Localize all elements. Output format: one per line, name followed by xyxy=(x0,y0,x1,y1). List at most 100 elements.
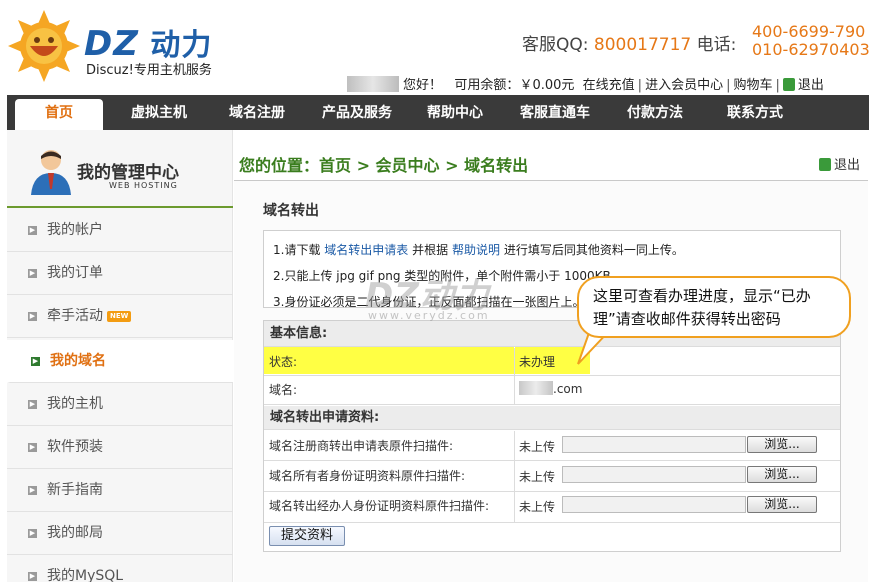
arrow-right-icon: ▶ xyxy=(28,312,37,321)
separator: | xyxy=(726,78,731,93)
cart-link[interactable]: 购物车 xyxy=(733,78,772,93)
slogan: Discuz!专用主机服务 xyxy=(86,63,212,78)
sidebar-item-account[interactable]: ▶ 我的帐户 xyxy=(7,209,233,252)
sidebar-subtitle: WEB HOSTING xyxy=(109,181,178,190)
submit-button[interactable]: 提交资料 xyxy=(269,526,345,546)
arrow-right-icon: ▶ xyxy=(28,529,37,538)
sidebar: 我的管理中心 WEB HOSTING ▶ 我的帐户 ▶ 我的订单 ▶ 牵手活动 NEW … xyxy=(7,130,233,582)
upload-label: 域名注册商转出申请表原件扫描件: xyxy=(269,439,454,453)
file-input-agent-id[interactable] xyxy=(562,496,746,513)
new-badge: NEW xyxy=(107,311,132,322)
greeting: 您好！ xyxy=(403,78,443,93)
sidebar-item-label: 我的域名 xyxy=(50,353,106,369)
phone-2: 010-62970403 xyxy=(752,40,870,59)
blurred-username xyxy=(347,76,399,92)
arrow-right-icon: ▶ xyxy=(28,443,37,452)
breadcrumb: 您的位置：首页 > 会员中心 > 域名转出 xyxy=(239,156,529,175)
sidebar-item-mail[interactable]: ▶ 我的邮局 xyxy=(7,512,233,555)
upload-label: 域名所有者身份证明资料原件扫描件: xyxy=(269,469,466,483)
sidebar-header: 我的管理中心 WEB HOSTING xyxy=(7,130,233,208)
notice-line-1: 1.请下载 域名转出申请表 并根据 帮助说明 进行填写后同其他资料一同上传。 xyxy=(273,237,831,263)
separator: | xyxy=(637,78,643,93)
blurred-domain xyxy=(519,381,553,395)
domain-label: 域名: xyxy=(269,383,298,397)
upload-label: 域名转出经办人身份证明资料原件扫描件: xyxy=(269,499,490,513)
column-divider xyxy=(514,431,515,523)
logout-link[interactable]: 退出 xyxy=(798,78,824,93)
arrow-right-icon: ▶ xyxy=(28,226,37,235)
balance-value: ￥0.00元 xyxy=(519,78,575,93)
notice-text: 并根据 xyxy=(412,243,449,257)
notice-text: 1.请下载 xyxy=(273,243,321,257)
sidebar-item-label: 我的MySQL xyxy=(47,568,124,582)
sidebar-item-label: 牵手活动 xyxy=(47,308,103,324)
brand-name: DZ 动力 xyxy=(84,24,213,64)
file-input-registrar-form[interactable] xyxy=(562,436,746,453)
member-center-link[interactable]: 进入会员中心 xyxy=(645,78,723,93)
upload-state: 未上传 xyxy=(519,500,556,514)
callout-annotation: 这里可查看办理进度，显示“已办理”请查收邮件获得转出密码 xyxy=(577,276,851,338)
sidebar-item-orders[interactable]: ▶ 我的订单 xyxy=(7,252,233,295)
logout-icon xyxy=(782,78,795,91)
upload-state: 未上传 xyxy=(519,440,556,454)
separator: | xyxy=(775,78,780,93)
sidebar-item-mysql[interactable]: ▶ 我的MySQL xyxy=(7,555,233,582)
logout-icon xyxy=(819,158,831,171)
contact-qq: 客服QQ: 800017717 电话: xyxy=(522,30,736,55)
arrow-right-icon: ▶ xyxy=(28,572,37,581)
balance-label: 可用余额： xyxy=(454,78,520,93)
nav-help[interactable]: 帮助中心 xyxy=(415,95,495,130)
nav-home[interactable]: 首页 xyxy=(15,99,103,130)
status-value: 未办理 xyxy=(519,355,556,369)
file-input-owner-id[interactable] xyxy=(562,466,746,483)
nav-contact[interactable]: 联系方式 xyxy=(713,95,797,130)
status-label: 状态: xyxy=(269,355,298,369)
sidebar-item-label: 我的订单 xyxy=(47,265,103,281)
nav-virtual-host[interactable]: 虚拟主机 xyxy=(113,95,205,130)
user-avatar-icon xyxy=(31,150,71,195)
domain-value: .com xyxy=(519,381,582,396)
sun-logo-icon[interactable] xyxy=(6,8,82,84)
nav-support[interactable]: 客服直通车 xyxy=(507,95,603,130)
phone-label: 电话: xyxy=(696,35,737,55)
sidebar-item-my-host[interactable]: ▶ 我的主机 xyxy=(7,383,233,426)
sidebar-item-label: 软件预装 xyxy=(47,439,103,455)
qq-label: 客服QQ: xyxy=(522,35,589,55)
arrow-right-icon: ▶ xyxy=(31,357,40,366)
browse-button[interactable]: 浏览... xyxy=(747,496,817,513)
sidebar-item-label: 我的邮局 xyxy=(47,525,103,541)
sidebar-item-activity[interactable]: ▶ 牵手活动 NEW xyxy=(7,295,233,338)
recharge-link[interactable]: 在线充值 xyxy=(583,78,635,93)
qq-number: 800017717 xyxy=(593,35,692,55)
nav-domain-register[interactable]: 域名注册 xyxy=(215,95,299,130)
browse-button[interactable]: 浏览... xyxy=(747,466,817,483)
logout-label: 退出 xyxy=(834,158,861,173)
watermark-url: www.verydz.com xyxy=(368,309,490,322)
apply-header: 域名转出申请资料: xyxy=(264,406,840,430)
header: DZ 动力 Discuz!专用主机服务 客服QQ: 800017717 电话: … xyxy=(0,0,876,94)
sidebar-item-label: 我的帐户 xyxy=(47,222,103,238)
main-nav: 首页 虚拟主机 域名注册 产品及服务 帮助中心 客服直通车 付款方法 联系方式 xyxy=(7,95,869,130)
download-form-link[interactable]: 域名转出申请表 xyxy=(324,243,408,257)
upload-state: 未上传 xyxy=(519,470,556,484)
main-logout[interactable]: 退出 xyxy=(819,154,860,173)
browse-button[interactable]: 浏览... xyxy=(747,436,817,453)
sidebar-item-my-domain[interactable]: ▶ 我的域名 xyxy=(7,340,233,383)
arrow-right-icon: ▶ xyxy=(28,269,37,278)
section-header: 域名转出申请资料: xyxy=(270,410,380,425)
sidebar-item-label: 新手指南 xyxy=(47,482,103,498)
sidebar-item-guide[interactable]: ▶ 新手指南 xyxy=(7,469,233,512)
contact-phones: 400-6699-790 010-62970403 xyxy=(752,23,870,59)
sidebar-item-label: 我的主机 xyxy=(47,396,103,412)
phone-1: 400-6699-790 xyxy=(752,22,866,41)
help-link[interactable]: 帮助说明 xyxy=(452,243,500,257)
status-highlight xyxy=(264,347,514,374)
arrow-right-icon: ▶ xyxy=(28,400,37,409)
arrow-right-icon: ▶ xyxy=(28,486,37,495)
user-bar: 您好！ 可用余额：￥0.00元 在线充值 | 进入会员中心 | 购物车 | 退出 xyxy=(347,74,824,93)
sidebar-item-software[interactable]: ▶ 软件预装 xyxy=(7,426,233,469)
nav-payment[interactable]: 付款方法 xyxy=(613,95,697,130)
domain-suffix: .com xyxy=(553,382,583,396)
nav-products[interactable]: 产品及服务 xyxy=(309,95,405,130)
sidebar-title: 我的管理中心 xyxy=(77,163,179,183)
